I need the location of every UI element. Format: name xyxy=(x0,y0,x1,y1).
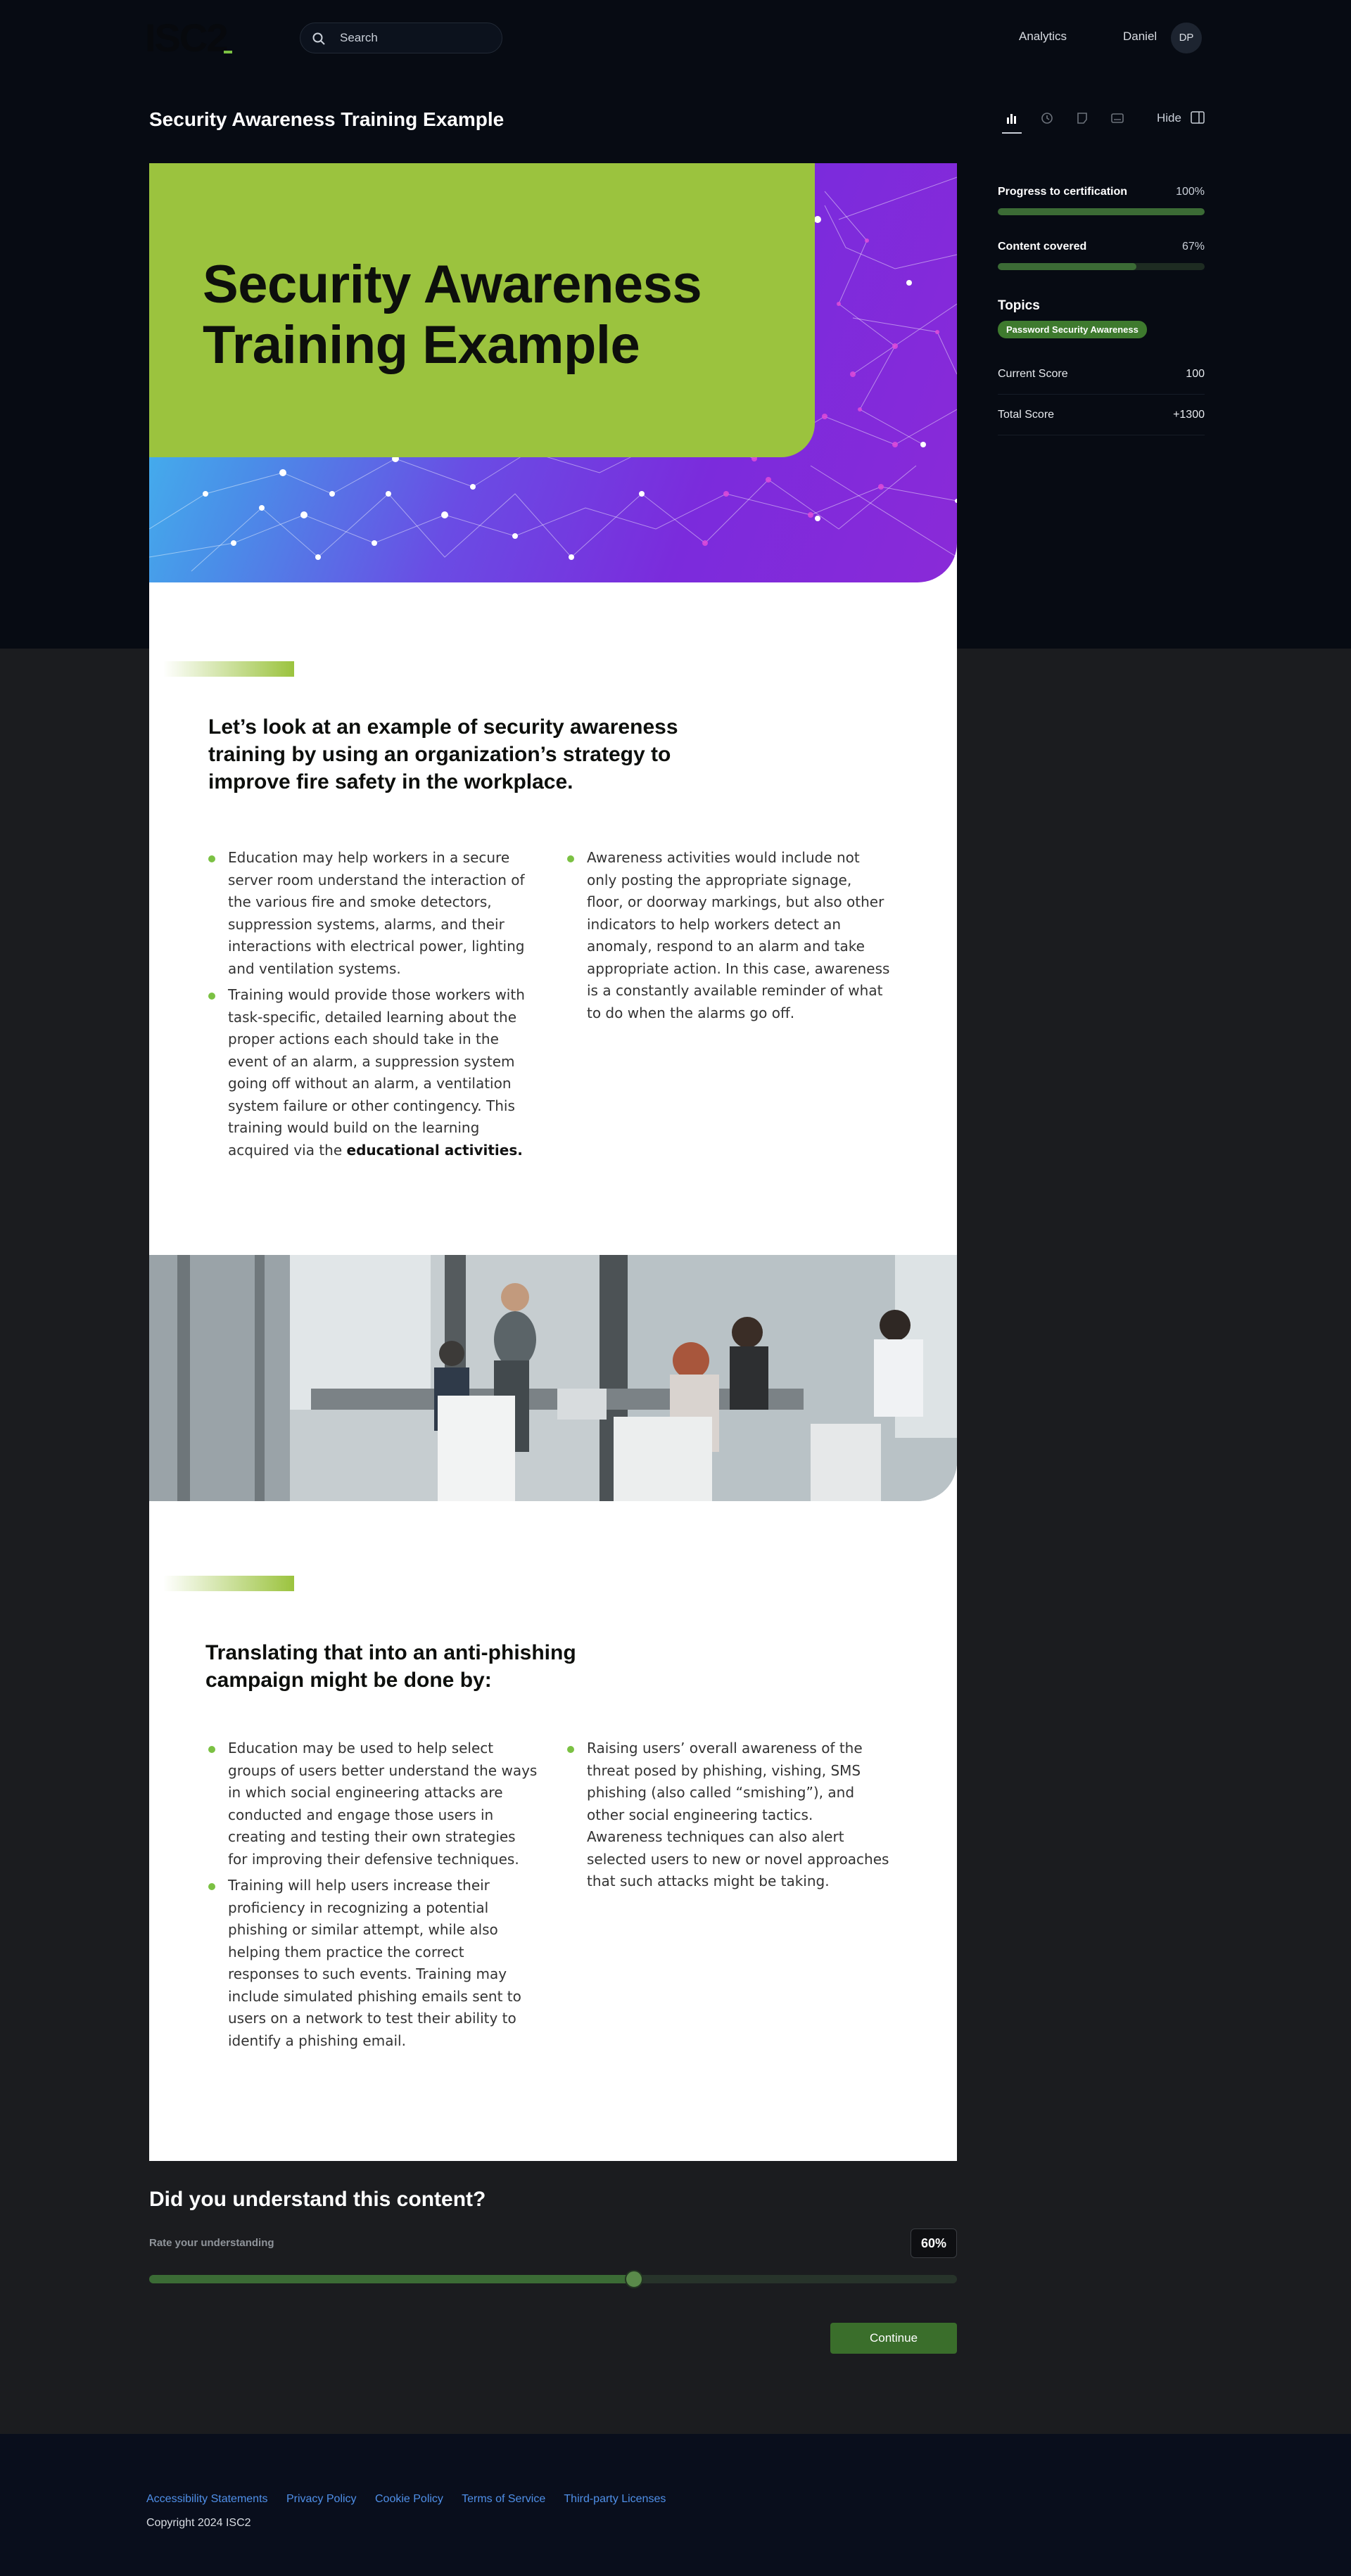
rate-understanding-label: Rate your understanding xyxy=(149,2237,274,2249)
section1-heading: Let’s look at an example of security awa… xyxy=(208,715,678,793)
search-input[interactable] xyxy=(340,23,488,53)
content-covered-fill xyxy=(998,263,1136,270)
footer-link-privacy[interactable]: Privacy Policy xyxy=(286,2493,357,2505)
section1-right-column: Awareness activities would include not o… xyxy=(567,847,891,1028)
top-navbar: ISC2 Analytics Daniel DP xyxy=(0,0,1351,75)
isc2-logo[interactable]: ISC2 xyxy=(145,18,232,58)
certification-progress-label: Progress to certification xyxy=(998,186,1128,198)
content-covered-value: 67% xyxy=(1181,241,1205,253)
understanding-slider-handle[interactable] xyxy=(624,2270,643,2288)
total-score-row: Total Score +1300 xyxy=(998,395,1205,435)
search-box[interactable] xyxy=(300,23,502,53)
topics-heading: Topics xyxy=(998,298,1040,313)
footer-links: Accessibility Statements Privacy Policy … xyxy=(146,2493,681,2506)
total-score-value: +1300 xyxy=(1173,409,1205,421)
user-name[interactable]: Daniel xyxy=(1123,30,1157,44)
hide-sidebar-button[interactable]: Hide xyxy=(1157,111,1181,125)
current-score-row: Current Score 100 xyxy=(998,354,1205,395)
progress-sidebar: Progress to certification 100% Content c… xyxy=(998,186,1205,435)
certification-progress-fill xyxy=(998,208,1205,215)
note-icon[interactable] xyxy=(1070,106,1095,131)
list-item: Training would provide those workers wit… xyxy=(208,984,539,1161)
section-accent-bar xyxy=(163,1576,294,1591)
certification-progress-bar xyxy=(998,208,1205,215)
total-score-label: Total Score xyxy=(998,409,1055,421)
list-item: Education may be used to help select gro… xyxy=(208,1737,539,1870)
history-icon[interactable] xyxy=(1034,106,1060,131)
avatar[interactable]: DP xyxy=(1171,23,1202,53)
content-covered-bar xyxy=(998,263,1205,270)
content-covered-label: Content covered xyxy=(998,241,1087,253)
footer-link-accessibility[interactable]: Accessibility Statements xyxy=(146,2493,268,2505)
meeting-room-photo xyxy=(149,1255,957,1501)
footer-link-cookie[interactable]: Cookie Policy xyxy=(375,2493,443,2505)
search-icon xyxy=(312,32,325,45)
footer-link-terms[interactable]: Terms of Service xyxy=(462,2493,545,2505)
footer: Accessibility Statements Privacy Policy … xyxy=(0,2434,1351,2576)
section2-heading: Translating that into an anti-phishing c… xyxy=(205,1641,576,1692)
office-meeting-illustration xyxy=(149,1255,957,1501)
list-item: Awareness activities would include not o… xyxy=(567,847,891,1024)
understanding-question: Did you understand this content? xyxy=(149,2188,486,2211)
section2-right-column: Raising users’ overall awareness of the … xyxy=(567,1737,891,1897)
current-score-value: 100 xyxy=(1186,368,1205,380)
footer-link-licenses[interactable]: Third-party Licenses xyxy=(564,2493,666,2505)
hero-title: Security Awareness Training Example xyxy=(203,255,702,375)
section-accent-bar xyxy=(163,661,294,677)
nav-analytics-link[interactable]: Analytics xyxy=(1019,30,1067,44)
page-title: Security Awareness Training Example xyxy=(149,108,505,130)
hero-banner: Security Awareness Training Example xyxy=(149,163,957,582)
topic-chip[interactable]: Password Security Awareness xyxy=(998,321,1147,338)
continue-button[interactable]: Continue xyxy=(830,2323,957,2354)
list-item: Education may help workers in a secure s… xyxy=(208,847,539,980)
understanding-slider[interactable] xyxy=(149,2270,957,2288)
section1-left-column: Education may help workers in a secure s… xyxy=(208,847,539,1166)
educational-activities-emphasis: educational activities. xyxy=(346,1141,523,1159)
understanding-slider-fill xyxy=(149,2275,634,2283)
list-item: Raising users’ overall awareness of the … xyxy=(567,1737,891,1893)
captions-icon[interactable] xyxy=(1105,106,1130,131)
certification-progress: Progress to certification 100% xyxy=(998,186,1205,241)
lesson-content-card: Security Awareness Training Example Let’… xyxy=(149,163,957,2161)
analytics-chart-icon[interactable] xyxy=(999,106,1025,134)
copyright: Copyright 2024 ISC2 xyxy=(146,2517,251,2529)
section2-left-column: Education may be used to help select gro… xyxy=(208,1737,539,2056)
photo-corner xyxy=(918,1216,957,1255)
current-score-label: Current Score xyxy=(998,368,1068,380)
list-item: Training will help users increase their … xyxy=(208,1875,539,2052)
sidebar-toggle-icon[interactable] xyxy=(1191,111,1205,124)
content-covered-progress: Content covered 67% xyxy=(998,241,1205,295)
certification-progress-value: 100% xyxy=(1176,186,1205,198)
understanding-value-box[interactable]: 60% xyxy=(911,2229,957,2258)
